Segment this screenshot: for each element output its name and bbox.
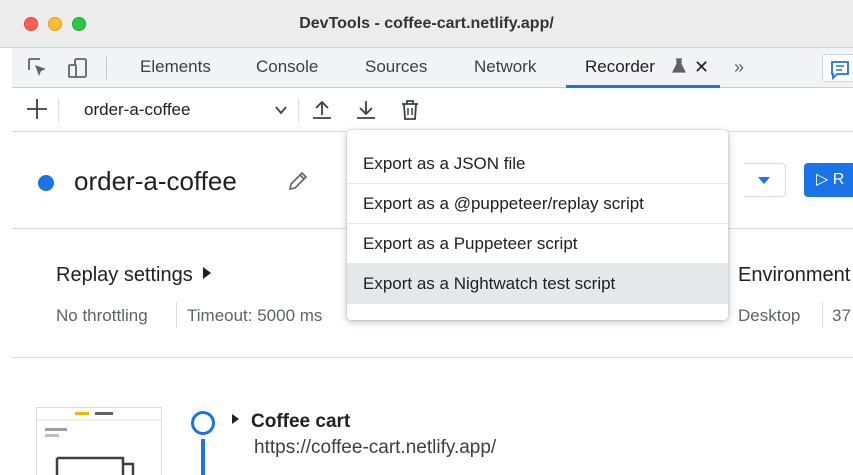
step-title: Coffee cart bbox=[251, 411, 351, 432]
caret-down-icon bbox=[758, 177, 770, 184]
environment-title: Environment bbox=[738, 264, 851, 286]
steps-section: Coffee cart https://coffee-cart.netlify.… bbox=[12, 359, 853, 475]
setting-divider bbox=[822, 302, 823, 328]
step-timeline-line bbox=[201, 439, 205, 475]
cursor-select-icon[interactable] bbox=[26, 56, 50, 80]
setting-divider bbox=[176, 302, 177, 328]
close-tab-icon[interactable]: ✕ bbox=[694, 48, 709, 88]
tab-console[interactable]: Console bbox=[256, 48, 318, 88]
menu-item-export-puppeteer-replay[interactable]: Export as a @puppeteer/replay script bbox=[347, 184, 728, 224]
plus-icon[interactable] bbox=[26, 98, 48, 120]
menu-item-export-puppeteer[interactable]: Export as a Puppeteer script bbox=[347, 224, 728, 264]
chat-feedback-icon bbox=[831, 61, 849, 81]
recording-select[interactable]: order-a-coffee bbox=[70, 96, 292, 124]
export-dropdown-menu: Export as a JSON file Export as a @puppe… bbox=[347, 130, 728, 320]
replay-settings-toggle[interactable]: Replay settings bbox=[56, 264, 211, 287]
recording-title[interactable]: order-a-coffee bbox=[74, 166, 237, 197]
export-upload-icon[interactable] bbox=[310, 98, 334, 122]
devtools-tabs-bar: Elements Console Sources Network Recorde… bbox=[12, 48, 853, 88]
chevron-down-icon bbox=[275, 106, 287, 115]
device-setting: Desktop bbox=[738, 306, 801, 325]
step-title-toggle[interactable]: Coffee cart bbox=[232, 411, 350, 433]
experiment-flask-icon bbox=[672, 58, 686, 73]
replay-speed-dropdown[interactable] bbox=[744, 163, 786, 197]
feedback-button[interactable] bbox=[822, 54, 853, 82]
page-preview-image bbox=[37, 408, 161, 475]
trash-icon[interactable] bbox=[398, 98, 422, 122]
step-url: https://coffee-cart.netlify.app/ bbox=[254, 437, 497, 458]
menu-item-export-json[interactable]: Export as a JSON file bbox=[347, 144, 728, 184]
tab-sources[interactable]: Sources bbox=[365, 48, 427, 88]
tab-elements[interactable]: Elements bbox=[140, 48, 211, 88]
replay-settings-title: Replay settings bbox=[56, 264, 193, 286]
expand-triangle-icon bbox=[232, 414, 239, 424]
step-timeline-node[interactable] bbox=[191, 411, 215, 435]
recording-select-value: order-a-coffee bbox=[84, 100, 191, 119]
window-titlebar: DevTools - coffee-cart.netlify.app/ bbox=[0, 0, 853, 48]
tab-recorder[interactable]: Recorder bbox=[585, 48, 655, 88]
device-toggle-icon[interactable] bbox=[66, 56, 90, 80]
replay-button[interactable]: ▷ R bbox=[804, 163, 853, 197]
recorder-toolbar: order-a-coffee bbox=[12, 88, 853, 132]
toolbar-divider bbox=[298, 98, 299, 122]
import-download-icon[interactable] bbox=[354, 98, 378, 122]
timeout-setting[interactable]: Timeout: 5000 ms bbox=[187, 306, 322, 326]
throttling-setting[interactable]: No throttling bbox=[56, 306, 148, 326]
window-title: DevTools - coffee-cart.netlify.app/ bbox=[299, 15, 554, 32]
recording-status-dot bbox=[38, 175, 54, 191]
toolbar-divider bbox=[58, 98, 59, 122]
tab-network[interactable]: Network bbox=[474, 48, 536, 88]
menu-item-export-nightwatch[interactable]: Export as a Nightwatch test script bbox=[347, 264, 728, 304]
expand-triangle-icon bbox=[202, 267, 211, 279]
more-tabs-icon[interactable]: » bbox=[734, 48, 744, 88]
pencil-icon[interactable] bbox=[286, 169, 310, 193]
page-screenshot-thumbnail bbox=[36, 407, 162, 475]
toolbar-divider bbox=[106, 57, 107, 79]
viewport-width-setting: 37 bbox=[832, 306, 851, 325]
